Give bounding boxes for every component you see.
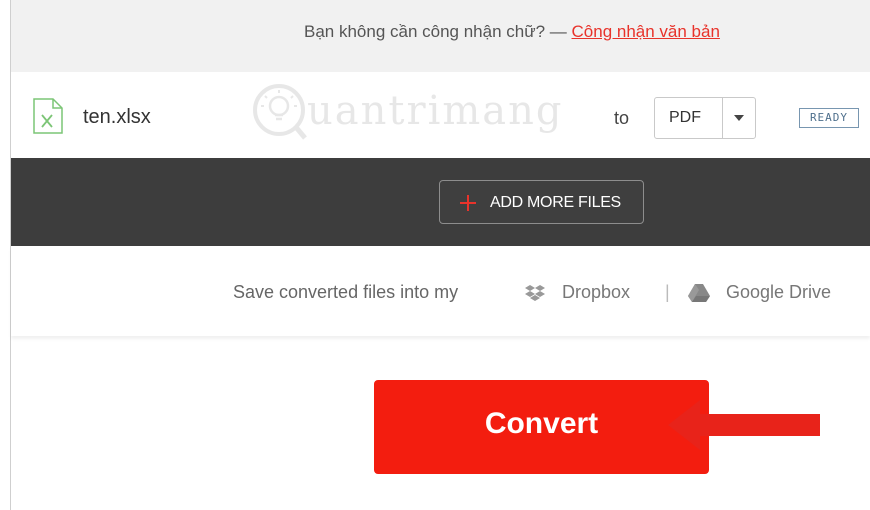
excel-file-icon (33, 98, 63, 134)
ocr-prompt: Bạn không cần công nhận chữ? — Công nhận… (304, 22, 720, 42)
file-name: ten.xlsx (83, 106, 151, 128)
google-drive-label: Google Drive (726, 282, 832, 302)
file-row: ten.xlsx uantrimang to PDF READY (11, 78, 870, 158)
ocr-banner: Bạn không cần công nhận chữ? — Công nhận… (11, 0, 870, 72)
select-divider (722, 98, 723, 138)
save-prompt: Save converted files into my (233, 282, 459, 302)
google-drive-icon (688, 284, 710, 302)
lightbulb-logo-icon (253, 84, 307, 140)
caret-down-icon[interactable] (734, 115, 744, 121)
to-label: to (614, 108, 630, 128)
status-badge: READY (799, 108, 859, 128)
format-value: PDF (669, 109, 701, 126)
add-more-files-label: ADD MORE FILES (490, 194, 621, 211)
add-more-files-button[interactable]: ADD MORE FILES (439, 180, 644, 224)
dropbox-label: Dropbox (562, 282, 631, 302)
convert-label: Convert (484, 407, 599, 440)
watermark-text: uantrimang (307, 88, 564, 134)
format-select[interactable]: PDF (654, 97, 756, 139)
ocr-link[interactable]: Công nhận văn bản (572, 22, 720, 41)
ocr-prompt-text: Bạn không cần công nhận chữ? — (304, 22, 572, 41)
save-destination-row: Save converted files into my Dropbox | G… (11, 246, 870, 336)
plus-icon (460, 195, 476, 211)
annotation-arrow-icon (668, 400, 820, 450)
file-actions-bar: ADD MORE FILES (11, 158, 870, 246)
link-separator: | (665, 282, 670, 302)
convert-button[interactable]: Convert (374, 380, 709, 474)
dropbox-icon (525, 285, 545, 301)
